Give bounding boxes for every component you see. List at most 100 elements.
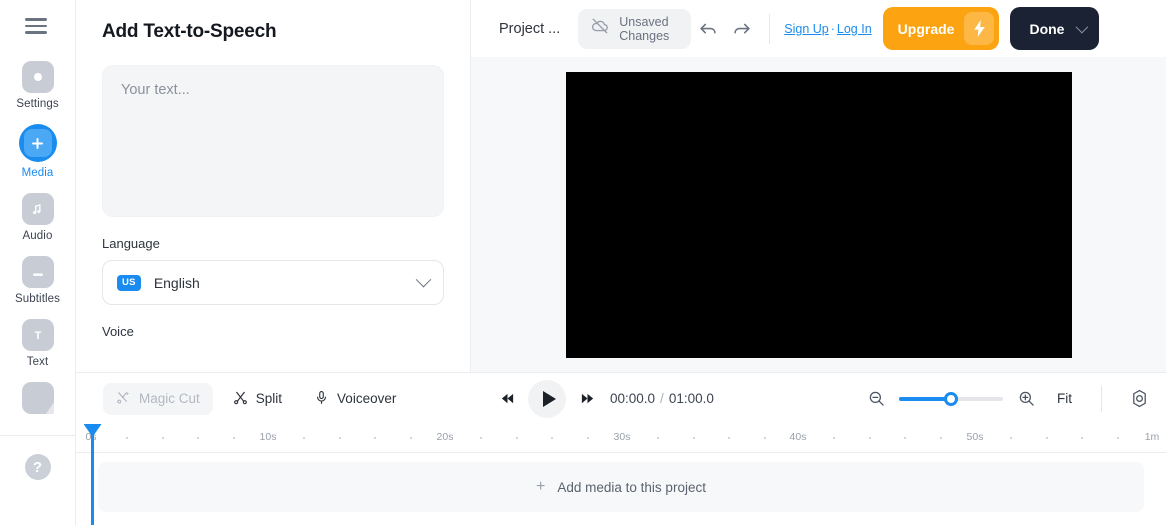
play-icon (542, 390, 556, 407)
timeline-ruler[interactable]: 0s10s20s30s40s50s1m (76, 424, 1166, 453)
editor-toolbar: Magic Cut Split Voiceover 00:00.0 / 01:0… (76, 372, 1166, 424)
language-value: English (153, 274, 200, 291)
plus-media-icon (23, 129, 52, 157)
ruler-tick-label: 20s (436, 431, 454, 443)
ruler-tick-dot (763, 437, 766, 439)
sign-up-link[interactable]: Sign Up (784, 22, 828, 36)
gear-icon[interactable] (1124, 384, 1154, 414)
ruler-tick-dot (409, 437, 412, 439)
cloud-off-icon (590, 16, 610, 41)
hamburger-bar (24, 31, 47, 34)
music-note-icon (21, 193, 54, 225)
ruler-tick-label: 1m (1144, 431, 1160, 443)
voiceover-button[interactable]: Voiceover (301, 383, 409, 415)
sidebar-item-media[interactable]: Media (0, 110, 76, 179)
ruler-tick-dot (1045, 437, 1048, 439)
ruler-tick-dot (161, 437, 164, 439)
toolbar-divider (1101, 385, 1102, 412)
sidebar-item-settings[interactable]: Settings (0, 47, 76, 110)
sidebar-item-label: Audio (22, 230, 53, 242)
log-in-link[interactable]: Log In (837, 22, 872, 36)
zoom-slider[interactable] (899, 391, 1003, 406)
text-t-icon: T (21, 319, 54, 351)
hamburger-bar (24, 24, 47, 28)
help-question-icon[interactable]: ? (24, 454, 51, 480)
toolbar-divider (769, 13, 771, 44)
language-select[interactable]: US English (102, 260, 444, 305)
sticker-icon (21, 382, 54, 414)
skip-backward-button[interactable] (492, 384, 522, 414)
settings-icon (21, 61, 54, 93)
sidebar-item-label: Media (21, 167, 54, 179)
undo-button[interactable] (691, 12, 725, 46)
redo-button[interactable] (725, 12, 759, 46)
chevron-down-icon (1076, 20, 1089, 34)
ruler-tick-dot (939, 437, 942, 439)
hamburger-menu-icon[interactable] (24, 15, 51, 37)
chevron-down-icon (415, 271, 432, 288)
sidebar-item-label: Text (26, 356, 49, 368)
add-media-dropzone[interactable]: + Add media to this project (98, 462, 1144, 512)
sidebar-item-label: Subtitles (14, 293, 60, 305)
zoom-out-icon[interactable] (863, 386, 889, 412)
sidebar-item-subtitles[interactable]: Subtitles (0, 242, 76, 305)
ruler-tick-dot (868, 437, 871, 439)
subtitles-icon (21, 256, 54, 288)
panel-title: Add Text-to-Speech (102, 21, 277, 42)
playhead[interactable] (83, 424, 102, 525)
ruler-tick-label: 40s (789, 431, 807, 443)
sidebar-item-audio[interactable]: Audio (0, 179, 76, 242)
project-title[interactable]: Project ... (499, 21, 560, 37)
timeline-track-area: + Add media to this project (76, 453, 1166, 524)
svg-text:T: T (34, 330, 41, 342)
magic-cut-label: Magic Cut (139, 391, 200, 406)
ruler-tick-dot (904, 437, 907, 439)
video-canvas[interactable] (565, 71, 1072, 358)
ruler-tick-dot (126, 437, 129, 439)
ruler-tick-dot (232, 437, 235, 439)
sidebar-item-stickers[interactable] (0, 368, 76, 419)
language-label: Language (102, 236, 160, 251)
tts-text-input[interactable]: Your text... (102, 65, 444, 217)
hamburger-bar (24, 18, 47, 21)
magic-cut-icon (116, 390, 131, 408)
play-button[interactable] (528, 379, 566, 418)
fit-button[interactable]: Fit (1051, 387, 1078, 410)
ruler-tick-label: 10s (259, 431, 277, 443)
magic-cut-button[interactable]: Magic Cut (103, 382, 213, 415)
scissors-icon (233, 390, 248, 408)
active-indicator-ring (18, 124, 57, 162)
ruler-tick-label: 50s (966, 431, 984, 443)
time-separator: / (660, 391, 664, 406)
top-bar: Project ... Unsaved Changes Sign Up · Lo… (471, 0, 1166, 57)
ruler-tick-dot (1081, 437, 1084, 439)
voice-label: Voice (102, 324, 134, 339)
auth-separator: · (830, 21, 835, 36)
tts-panel: Add Text-to-Speech Your text... Language… (76, 0, 471, 372)
left-sidebar-rail: Settings Media Audio Subtitles T Text ? (0, 0, 76, 525)
auth-links: Sign Up · Log In (784, 22, 871, 36)
zoom-slider-handle[interactable] (944, 391, 958, 406)
ruler-tick-dot (728, 437, 731, 439)
total-time: 01:00.0 (668, 391, 714, 406)
ruler-tick-dot (480, 437, 483, 439)
unsaved-changes-badge[interactable]: Unsaved Changes (578, 8, 692, 49)
skip-forward-button[interactable] (572, 384, 602, 414)
ruler-tick-dot (657, 437, 660, 439)
rail-divider (0, 435, 76, 436)
ruler-tick-dot (338, 437, 341, 439)
unsaved-changes-label: Unsaved Changes (619, 14, 670, 43)
ruler-tick-dot (374, 437, 377, 439)
upgrade-button[interactable]: Upgrade (882, 7, 1000, 50)
split-label: Split (255, 391, 283, 406)
video-preview-area (471, 57, 1166, 372)
split-button[interactable]: Split (220, 383, 295, 415)
add-media-label: Add media to this project (557, 479, 706, 495)
done-button[interactable]: Done (1010, 7, 1100, 50)
done-label: Done (1029, 20, 1065, 37)
timeline: 0s10s20s30s40s50s1m + Add media to this … (76, 424, 1166, 525)
transport-controls (492, 379, 602, 418)
time-display: 00:00.0 / 01:00.0 (610, 391, 714, 406)
zoom-in-icon[interactable] (1013, 386, 1039, 412)
sidebar-item-text[interactable]: T Text (0, 305, 76, 368)
